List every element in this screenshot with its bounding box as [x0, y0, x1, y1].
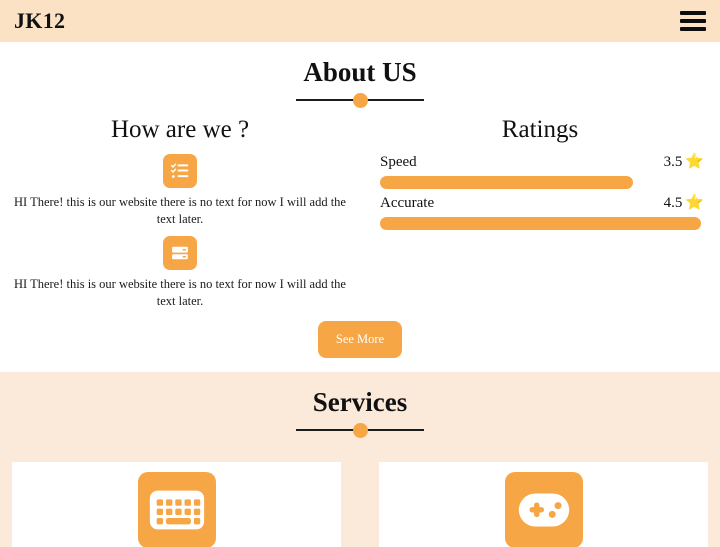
feature-item: HI There! this is our website there is n… — [8, 153, 352, 228]
task-list-icon — [163, 153, 197, 188]
star-icon: ⭐ — [685, 194, 704, 211]
service-card[interactable]: HI There! this is our website there is n… — [12, 462, 341, 547]
feature-text: HI There! this is our website there is n… — [14, 194, 346, 226]
feature-item: HI There! this is our website there is n… — [8, 235, 352, 310]
services-heading: Services — [0, 386, 720, 439]
about-divider — [296, 92, 424, 109]
rating-score: 4.5 ⭐ — [664, 195, 704, 212]
hamburger-bar — [680, 19, 706, 23]
about-heading: About US — [0, 56, 720, 109]
rating-bar-fill — [380, 175, 633, 189]
ratings-column: Ratings Speed 3.5 ⭐ Accurate 4.5 ⭐ — [360, 108, 720, 309]
services-section: Services — [0, 371, 720, 547]
star-icon: ⭐ — [685, 153, 704, 170]
how-are-we-column: How are we ? HI There! this is our websi… — [0, 108, 360, 309]
rating-bar-fill — [380, 216, 701, 230]
ratings-list: Speed 3.5 ⭐ Accurate 4.5 ⭐ — [368, 154, 712, 230]
about-section: About US How are we ? HI There! this is … — [0, 42, 720, 372]
hamburger-bar — [680, 11, 706, 15]
divider-dot-icon — [353, 93, 368, 109]
see-more-container: See More — [0, 309, 720, 372]
hamburger-bar — [680, 27, 706, 31]
how-are-we-title: How are we ? — [110, 116, 250, 144]
gamepad-icon — [504, 472, 583, 547]
services-divider — [296, 422, 424, 439]
services-title: Services — [312, 386, 408, 417]
rating-number: 4.5 — [663, 194, 683, 211]
rating-bar-track — [380, 216, 704, 230]
divider-dot-icon — [353, 423, 368, 439]
see-more-button[interactable]: See More — [317, 321, 403, 358]
hamburger-icon[interactable] — [680, 10, 706, 32]
service-card[interactable]: HI There! this is our website there is n… — [379, 462, 708, 547]
rating-item-speed: Speed 3.5 ⭐ — [380, 154, 704, 189]
rating-item-accurate: Accurate 4.5 ⭐ — [380, 195, 704, 230]
service-cards: HI There! this is our website there is n… — [0, 438, 720, 547]
keyboard-icon — [137, 472, 216, 547]
brand-logo[interactable]: JK12 — [14, 10, 65, 32]
rating-bar-track — [380, 175, 704, 189]
rating-number: 3.5 — [663, 153, 683, 170]
navbar: JK12 — [0, 0, 720, 42]
rating-score: 3.5 ⭐ — [664, 154, 704, 171]
rating-label: Accurate — [380, 194, 435, 211]
server-icon — [163, 235, 197, 270]
about-title: About US — [303, 57, 417, 87]
feature-text: HI There! this is our website there is n… — [14, 276, 346, 308]
rating-label: Speed — [380, 153, 417, 170]
ratings-title: Ratings — [501, 116, 579, 144]
